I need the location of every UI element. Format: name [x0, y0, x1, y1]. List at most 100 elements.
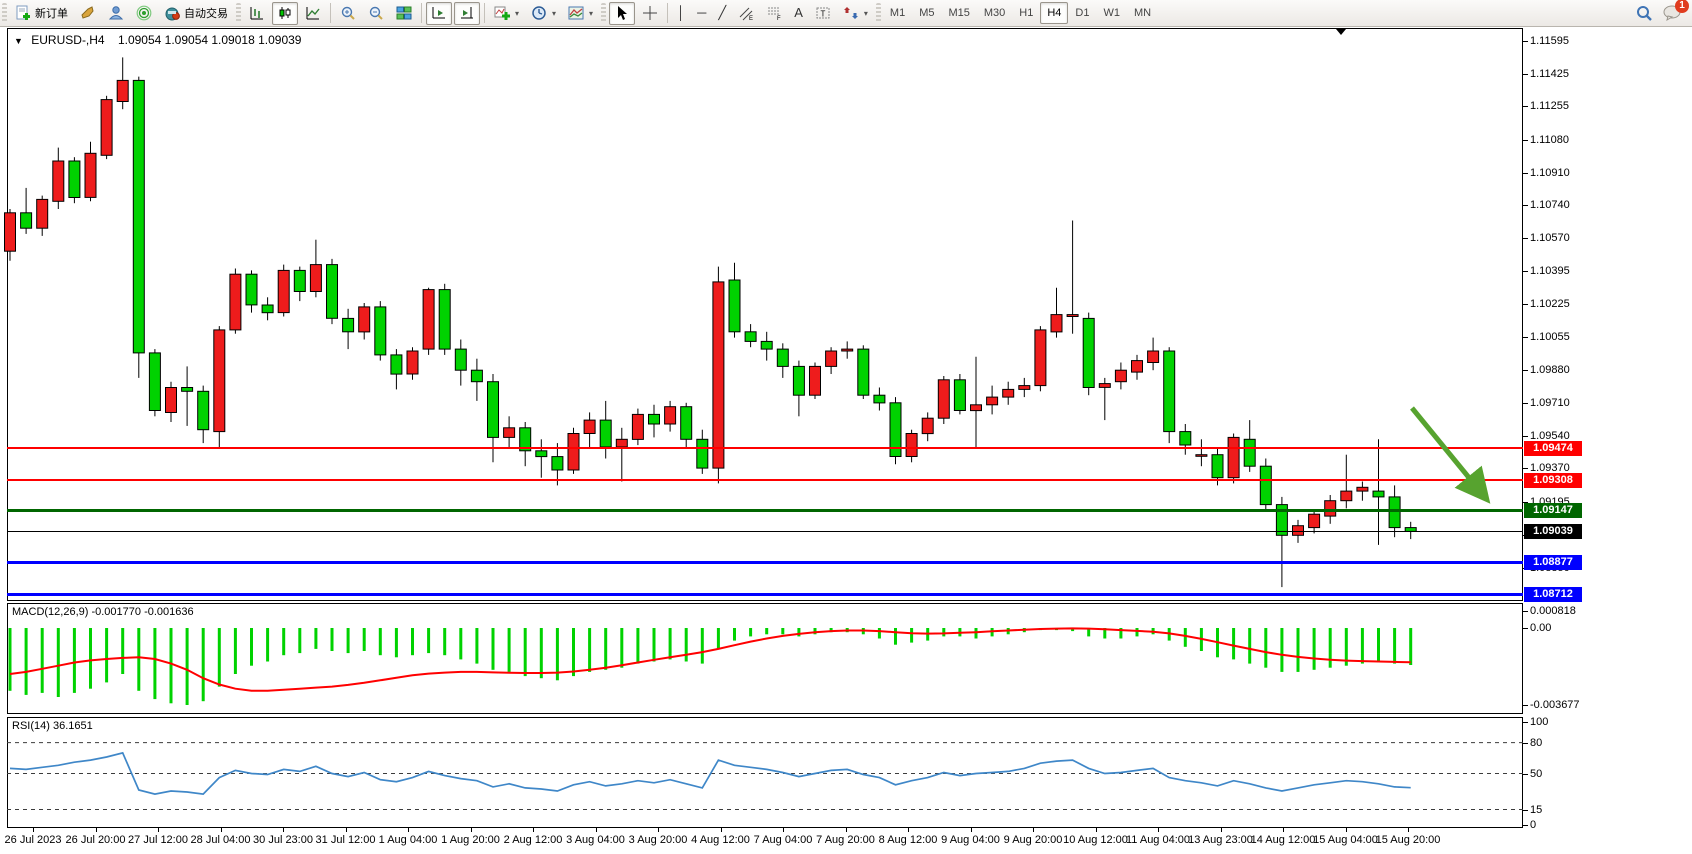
time-axis-tick [1408, 828, 1409, 832]
time-axis-label: 30 Jul 23:00 [253, 834, 313, 846]
time-axis-tick [533, 828, 534, 832]
time-axis-label: 31 Jul 12:00 [316, 834, 376, 846]
chart-shift-icon [459, 5, 475, 21]
trendline-icon: ╱ [718, 5, 726, 21]
toolbar-drag-handle[interactable] [601, 3, 606, 23]
crosshair-button[interactable] [637, 2, 663, 25]
timeframe-button-h4[interactable]: H4 [1040, 2, 1068, 24]
price-axis-tick [1523, 238, 1528, 239]
svg-text:E: E [749, 16, 753, 21]
price-axis-label: 1.09710 [1530, 397, 1570, 409]
toolbar-drag-handle[interactable] [236, 3, 241, 23]
channel-button[interactable]: E [733, 2, 759, 25]
time-axis-tick [221, 828, 222, 832]
price-axis-tick [1523, 106, 1528, 107]
zoom-out-button[interactable] [363, 2, 389, 25]
time-axis-tick [721, 828, 722, 832]
toolbar-drag-handle[interactable] [2, 3, 7, 23]
macd-axis-tick [1523, 611, 1528, 612]
price-axis-label: 1.10395 [1530, 265, 1570, 277]
chart-shift-button[interactable] [454, 2, 480, 25]
timeframe-button-m30[interactable]: M30 [977, 2, 1012, 24]
auto-scroll-icon [431, 5, 447, 21]
current-bar-marker-icon [1336, 29, 1346, 35]
price-axis-label: 1.11255 [1530, 100, 1569, 112]
horizontal-line-button[interactable]: ─ [692, 2, 711, 25]
resistance-line-2[interactable] [7, 479, 1523, 481]
current-price-line[interactable] [7, 531, 1523, 532]
support-line-blue-1[interactable] [7, 561, 1523, 564]
signals-icon [136, 5, 152, 21]
support-line-blue-2-price-badge: 1.08712 [1524, 587, 1582, 602]
timeframe-button-d1[interactable]: D1 [1068, 2, 1096, 24]
timeframe-button-m15[interactable]: M15 [941, 2, 976, 24]
toolbar-drag-handle[interactable] [876, 3, 881, 23]
time-axis-label: 7 Aug 04:00 [754, 834, 813, 846]
alerts-horn-icon [80, 5, 96, 21]
vertical-line-button[interactable]: │ [672, 2, 690, 25]
tile-windows-button[interactable] [391, 2, 417, 25]
time-axis-label: 9 Aug 20:00 [1004, 834, 1063, 846]
timeframe-button-m5[interactable]: M5 [912, 2, 941, 24]
search-icon[interactable] [1636, 5, 1653, 22]
time-axis-tick [1283, 828, 1284, 832]
support-line-blue-1-price-badge: 1.08877 [1524, 555, 1582, 570]
text-button[interactable]: A [789, 2, 808, 25]
price-axis-tick [1523, 304, 1528, 305]
indicators-button[interactable]: ▾ [489, 2, 524, 25]
price-axis-tick [1523, 74, 1528, 75]
candlestick-chart-type-button[interactable] [272, 2, 298, 25]
autotrade-button[interactable]: 自动交易 [159, 2, 233, 25]
price-axis-tick [1523, 140, 1528, 141]
chat-button[interactable]: 1 [1663, 4, 1682, 24]
auto-scroll-button[interactable] [426, 2, 452, 25]
chart-title-bar[interactable]: ▼ EURUSD-,H4 1.09054 1.09054 1.09018 1.0… [14, 33, 301, 47]
fibonacci-button[interactable]: F [761, 2, 787, 25]
signals-button[interactable] [131, 2, 157, 25]
time-axis-tick [283, 828, 284, 832]
toolbar-separator [484, 3, 485, 23]
time-axis-tick [971, 828, 972, 832]
community-button[interactable] [103, 2, 129, 25]
time-axis-tick [408, 828, 409, 832]
main-chart-panel[interactable] [7, 28, 1523, 601]
time-axis-tick [1221, 828, 1222, 832]
current-price-line-price-badge: 1.09039 [1524, 524, 1582, 539]
time-axis-tick [158, 828, 159, 832]
periods-clock-icon [531, 5, 547, 21]
new-order-button[interactable]: 新订单 [10, 2, 73, 25]
support-line-blue-2[interactable] [7, 593, 1523, 596]
macd-axis-label: -0.003677 [1530, 699, 1580, 711]
macd-panel[interactable] [7, 603, 1523, 714]
chevron-down-icon[interactable]: ▼ [14, 36, 23, 46]
timeframe-button-m1[interactable]: M1 [883, 2, 912, 24]
price-axis-tick [1523, 41, 1528, 42]
time-axis-label: 15 Aug 20:00 [1376, 834, 1441, 846]
svg-text:F: F [777, 16, 781, 21]
timeframe-button-w1[interactable]: W1 [1096, 2, 1127, 24]
periods-button[interactable]: ▾ [526, 2, 561, 25]
macd-label: MACD(12,26,9) -0.001770 -0.001636 [12, 606, 194, 618]
time-axis-tick [596, 828, 597, 832]
support-line-green[interactable] [7, 509, 1523, 512]
time-axis-tick [846, 828, 847, 832]
time-axis-tick [658, 828, 659, 832]
arrows-button[interactable]: ▾ [838, 2, 873, 25]
label-button[interactable]: T [810, 2, 836, 25]
cursor-button[interactable] [609, 2, 635, 25]
rsi-axis-label: 80 [1530, 737, 1542, 749]
line-chart-type-button[interactable] [300, 2, 326, 25]
notification-badge: 1 [1675, 0, 1689, 13]
bar-chart-type-button[interactable] [244, 2, 270, 25]
templates-button[interactable]: ▾ [563, 2, 598, 25]
zoom-in-button[interactable] [335, 2, 361, 25]
alerts-button[interactable] [75, 2, 101, 25]
time-axis-label: 10 Aug 12:00 [1063, 834, 1128, 846]
timeframe-button-h1[interactable]: H1 [1012, 2, 1040, 24]
trendline-button[interactable]: ╱ [713, 2, 731, 25]
rsi-panel[interactable] [7, 717, 1523, 828]
resistance-line-1[interactable] [7, 447, 1523, 449]
timeframe-button-mn[interactable]: MN [1127, 2, 1158, 24]
macd-axis-label: 0.000818 [1530, 605, 1576, 617]
autotrade-label: 自动交易 [184, 5, 228, 21]
